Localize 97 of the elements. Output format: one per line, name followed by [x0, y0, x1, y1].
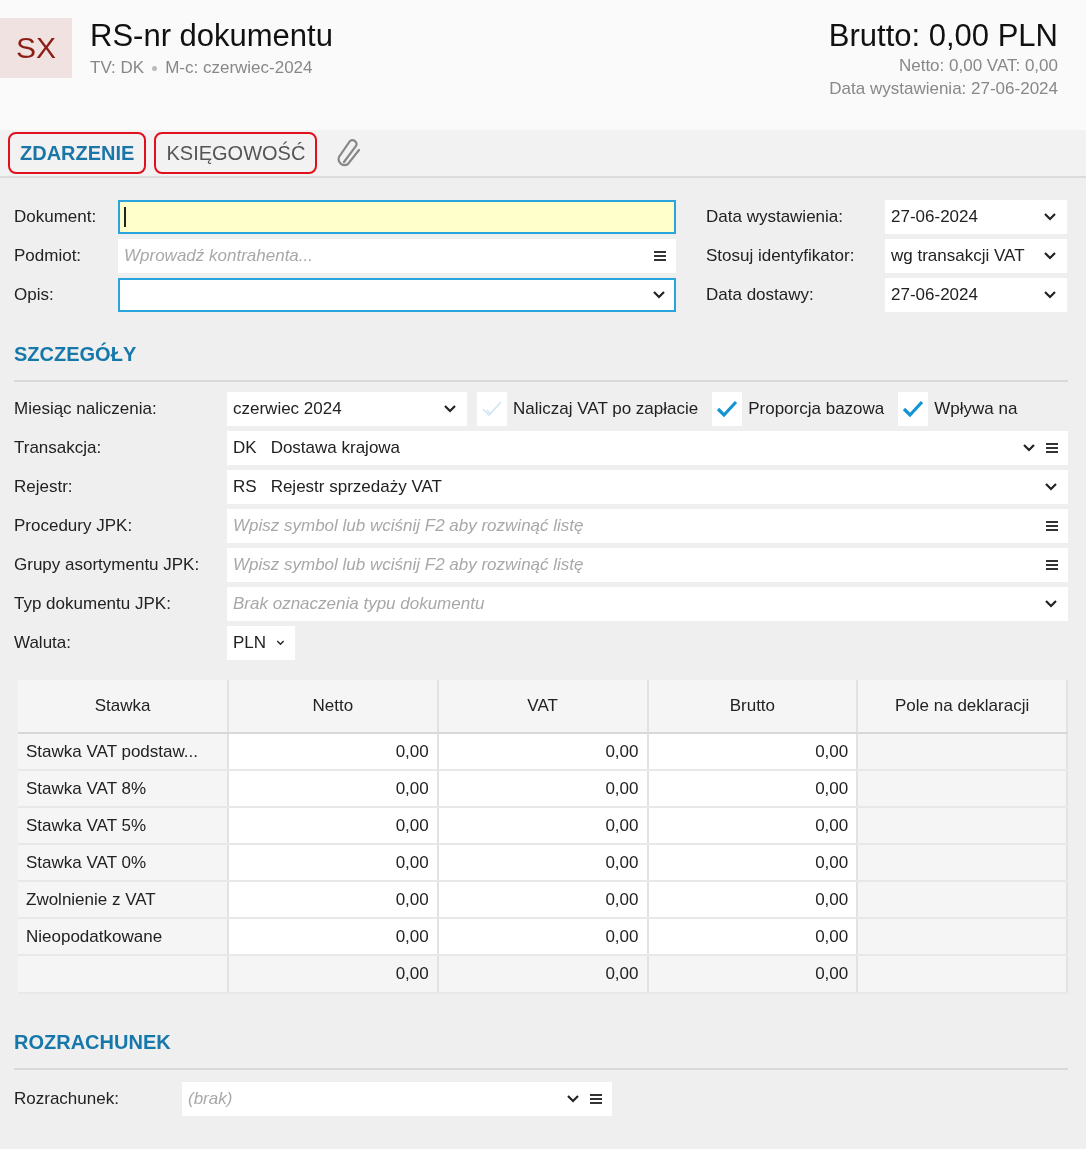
month-dropdown[interactable]: czerwiec 2024 — [227, 392, 467, 426]
currency-dropdown[interactable]: PLN — [227, 626, 295, 660]
amount-cell[interactable]: 0,00 — [437, 733, 648, 770]
total-cell: 0,00 — [437, 955, 648, 993]
document-field[interactable] — [118, 200, 676, 234]
amount-cell[interactable]: 0,00 — [437, 770, 648, 807]
field-label: Data wystawienia: — [706, 207, 844, 227]
total-cell: 0,00 — [228, 955, 438, 993]
field-label: Transakcja: — [14, 438, 103, 458]
menu-icon[interactable] — [1046, 559, 1058, 571]
rate-cell: Stawka VAT 8% — [18, 770, 228, 807]
register-field[interactable]: RS Rejestr sprzedaży VAT — [227, 470, 1068, 504]
check-icon — [901, 399, 926, 419]
amount-cell[interactable]: 0,00 — [228, 807, 438, 844]
field-label: Miesiąc naliczenia: — [14, 399, 158, 419]
issue-date-summary: Data wystawienia: 27-06-2024 — [829, 78, 1058, 100]
chevron-down-icon[interactable] — [443, 404, 457, 414]
check-icon — [480, 399, 504, 419]
menu-icon[interactable] — [1046, 442, 1058, 454]
amount-cell[interactable]: 0,00 — [647, 770, 858, 807]
field-label: Stosuj identyfikator: — [706, 246, 856, 266]
check-icon — [715, 399, 740, 419]
amount-cell[interactable]: 0,00 — [228, 881, 438, 918]
placeholder-text: Wpisz symbol lub wciśnij F2 aby rozwinąć listę — [233, 555, 584, 575]
section-title: SZCZEGÓŁY — [14, 340, 1068, 382]
chevron-down-icon[interactable] — [566, 1094, 580, 1104]
field-label: Dokument: — [14, 207, 98, 227]
amount-cell[interactable]: 0,00 — [647, 881, 858, 918]
amount-cell[interactable]: 0,00 — [437, 918, 648, 955]
chevron-down-icon[interactable] — [1044, 599, 1058, 609]
amount-cell[interactable]: 0,00 — [228, 733, 438, 770]
amount-cell[interactable]: 0,00 — [437, 844, 648, 881]
amount-cell[interactable]: 0,00 — [647, 918, 858, 955]
transaction-field[interactable]: DK Dostawa krajowa — [227, 431, 1068, 465]
checkbox[interactable] — [898, 392, 929, 426]
placeholder-text: (brak) — [188, 1089, 233, 1109]
dropdown-field[interactable]: 27-06-2024 — [885, 278, 1067, 312]
field-label: Procedury JPK: — [14, 516, 134, 536]
logo: SX — [0, 18, 72, 78]
amount-cell[interactable]: 0,00 — [228, 844, 438, 881]
rate-cell: Zwolnienie z VAT — [18, 881, 228, 918]
field-label: Grupy asortymentu JPK: — [14, 555, 201, 575]
field-label: Podmiot: — [14, 246, 83, 266]
column-header: Brutto — [647, 680, 858, 733]
checkbox-label: Proporcja bazowa — [748, 399, 885, 419]
chevron-down-icon[interactable] — [1022, 443, 1036, 453]
rate-cell: Stawka VAT 5% — [18, 807, 228, 844]
rate-cell: Stawka VAT 0% — [18, 844, 228, 881]
field-label: Typ dokumentu JPK: — [14, 594, 172, 614]
total-cell: 0,00 — [647, 955, 858, 993]
menu-icon[interactable] — [1046, 520, 1058, 532]
checkbox[interactable] — [477, 392, 507, 426]
meta-text: M-c: czerwiec-2024 — [165, 58, 313, 78]
chevron-down-icon[interactable] — [1044, 482, 1058, 492]
rate-cell: Stawka VAT podstaw... — [18, 733, 228, 770]
amount-cell[interactable]: 0,00 — [437, 881, 648, 918]
net-vat-summary: Netto: 0,00 VAT: 0,00 — [898, 55, 1058, 77]
amount-cell[interactable]: 0,00 — [228, 918, 438, 955]
placeholder-text: Wpisz symbol lub wciśnij F2 aby rozwinąć listę — [233, 516, 584, 536]
text-cursor — [124, 207, 126, 227]
section-title: ROZRACHUNEK — [14, 1028, 1068, 1070]
column-header: VAT — [437, 680, 648, 733]
amount-cell[interactable]: 0,00 — [228, 770, 438, 807]
rate-cell: Nieopodatkowane — [18, 918, 228, 955]
placeholder-text: Brak oznaczenia typu dokumentu — [233, 594, 485, 614]
field-label: Rozrachunek: — [14, 1089, 120, 1109]
dropdown-field[interactable]: wg transakcji VAT — [885, 239, 1067, 273]
chevron-down-icon[interactable] — [1043, 251, 1057, 261]
amount-cell[interactable]: 0,00 — [647, 807, 858, 844]
menu-icon[interactable] — [654, 250, 666, 262]
separator-dot-icon — [152, 65, 158, 71]
field-label: Opis: — [14, 285, 55, 305]
amount-cell[interactable]: 0,00 — [647, 733, 858, 770]
gross-total: Brutto: 0,00 PLN — [828, 18, 1058, 54]
chevron-down-icon[interactable] — [1043, 212, 1057, 222]
tab[interactable]: KSIĘGOWOŚĆ — [154, 132, 318, 174]
column-header: Pole na deklaracji — [857, 680, 1067, 733]
column-header: Netto — [228, 680, 438, 733]
amount-cell[interactable]: 0,00 — [647, 844, 858, 881]
document-title: RS-nr dokumentu — [90, 18, 334, 54]
dropdown-field[interactable]: 27-06-2024 — [885, 200, 1067, 234]
tab[interactable]: ZDARZENIE — [8, 132, 147, 174]
chevron-down-icon[interactable] — [1043, 290, 1057, 300]
chevron-down-icon[interactable] — [652, 290, 666, 300]
checkbox-label: Naliczaj VAT po zapłacie — [513, 399, 699, 419]
chevron-down-icon[interactable] — [276, 638, 285, 648]
menu-icon[interactable] — [590, 1093, 602, 1105]
checkbox[interactable] — [712, 392, 743, 426]
placeholder-text: Wprowadź kontrahenta... — [124, 246, 313, 266]
column-header: Stawka — [18, 680, 228, 733]
description-field[interactable] — [118, 278, 676, 312]
field-label: Rejestr: — [14, 477, 74, 497]
meta-text: TV: DK — [90, 58, 145, 78]
field-label: Data dostawy: — [706, 285, 815, 305]
checkbox-label: Wpływa na — [934, 399, 1018, 419]
amount-cell[interactable]: 0,00 — [437, 807, 648, 844]
field-label: Waluta: — [14, 633, 72, 653]
